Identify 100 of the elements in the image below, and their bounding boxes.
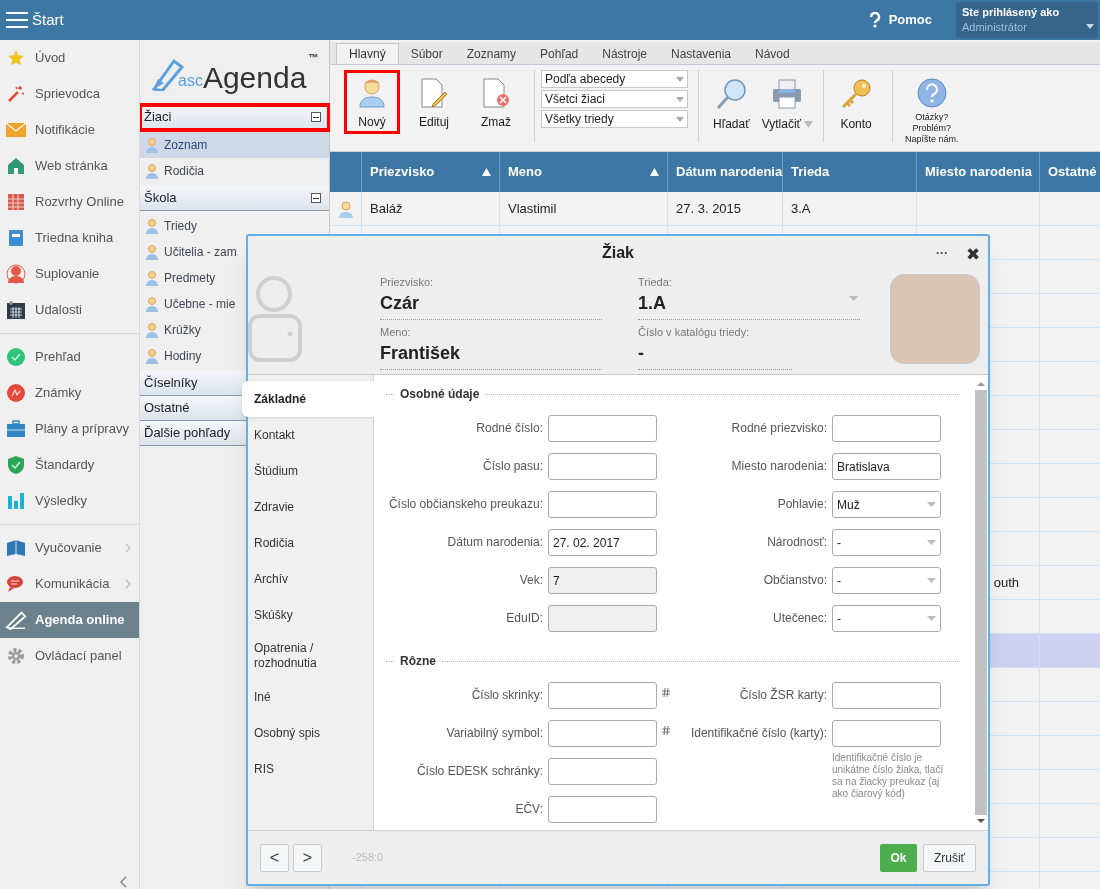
close-button[interactable]: ✖ — [966, 242, 980, 268]
dialog-tab[interactable]: Rodičia — [248, 525, 373, 561]
more-button[interactable]: ··· — [936, 244, 948, 262]
input-field[interactable] — [832, 682, 941, 709]
shield-icon — [7, 455, 25, 475]
input-field[interactable] — [832, 415, 941, 442]
caret-icon — [927, 540, 936, 545]
trademark: ™ — [308, 51, 319, 65]
tree-item[interactable]: Zoznam — [140, 132, 329, 158]
nav-item[interactable]: Suplovanie — [0, 256, 139, 292]
help-button[interactable]: Pomoc — [868, 10, 932, 30]
field-label: Rodné priezvisko: — [730, 420, 827, 436]
input-field[interactable] — [548, 682, 657, 709]
ribbon-tab[interactable]: Návod — [743, 43, 802, 64]
cancel-button[interactable]: Zrušiť — [923, 843, 976, 872]
dialog-tab[interactable]: Zdravie — [248, 489, 373, 525]
tree-item[interactable]: Krúžky — [140, 317, 329, 343]
tree-item[interactable]: Predmety — [140, 265, 329, 291]
input-field[interactable]: Bratislava — [832, 453, 941, 480]
input-field[interactable] — [548, 720, 657, 747]
ribbon-tab[interactable]: Zoznamy — [454, 43, 529, 64]
nav-item[interactable]: Úvod — [0, 40, 139, 76]
filter-dropdown[interactable]: Všetci žiaci — [541, 90, 688, 108]
table-cell: 3.A — [783, 192, 917, 225]
field-label: Číslo skrinky: — [470, 686, 543, 703]
field-label: Občianstvo: — [762, 572, 827, 588]
nav-item[interactable]: Agenda online — [0, 602, 139, 638]
feedback-button[interactable]: Otázky? Problém? Napíšte nám. — [905, 70, 959, 145]
nav-item[interactable]: Ovládací panel — [0, 638, 139, 674]
table-cell: Baláž — [362, 192, 500, 225]
caret-icon — [676, 76, 684, 82]
caret-icon — [927, 502, 936, 507]
ribbon-tab[interactable]: Pohľad — [528, 43, 591, 64]
toolbar-button[interactable]: Nový — [344, 70, 400, 134]
toolbar-button[interactable]: Vytlačiť — [755, 70, 820, 134]
toolbar-button[interactable]: Konto — [834, 70, 879, 134]
menu-button[interactable] — [6, 10, 28, 30]
envelope-icon — [6, 123, 26, 137]
input-field[interactable]: 27. 02. 2017 — [548, 529, 657, 556]
page-title: Štart — [32, 9, 64, 30]
tree-item[interactable]: Učitelia - zam — [140, 239, 329, 265]
tree-section-header[interactable]: Škola — [140, 186, 329, 211]
tree-item[interactable]: Učebne - mie — [140, 291, 329, 317]
dialog-tab[interactable]: Osobný spis — [248, 715, 373, 751]
dropdown[interactable]: - — [832, 605, 941, 632]
nav-item[interactable]: Web stránka — [0, 148, 139, 184]
input-field[interactable] — [548, 491, 657, 518]
nav-item[interactable]: Triedna kniha — [0, 220, 139, 256]
bar-chart-icon — [8, 493, 24, 509]
filter-dropdown[interactable]: Podľa abecedy — [541, 70, 688, 88]
nav-item[interactable]: Plány a prípravy — [0, 411, 139, 447]
dialog-tab[interactable]: Archív — [248, 561, 373, 597]
input-field[interactable] — [548, 796, 657, 823]
collapse-icon — [311, 112, 321, 122]
dropdown[interactable]: - — [832, 529, 941, 556]
nav-item[interactable]: Notifikácie — [0, 112, 139, 148]
tree-item[interactable]: Hodiny — [140, 343, 329, 369]
tree-section-header[interactable]: Žiaci — [140, 105, 329, 130]
input-field[interactable] — [548, 453, 657, 480]
toolbar-button[interactable]: Zmaž — [468, 70, 524, 134]
toolbar-button[interactable]: Hľadať — [707, 70, 756, 134]
tree-item[interactable]: Rodičia — [140, 158, 329, 184]
person-icon — [337, 199, 354, 218]
input-field[interactable] — [832, 720, 941, 747]
nav-item[interactable]: Rozvrhy Online — [0, 184, 139, 220]
ribbon-tab[interactable]: Súbor — [398, 43, 455, 64]
dialog-tab[interactable]: Základné — [242, 381, 374, 417]
ribbon-tab[interactable]: Hlavný — [336, 43, 399, 64]
star-icon — [7, 49, 25, 67]
input-field[interactable] — [548, 415, 657, 442]
nav-item[interactable]: Vyučovanie — [0, 530, 139, 566]
toolbar-button[interactable]: Edituj — [406, 70, 462, 134]
ribbon-tab[interactable]: Nastavenia — [658, 43, 743, 64]
next-button[interactable]: > — [293, 843, 322, 872]
field-label: Dátum narodenia: — [446, 534, 543, 550]
dialog-tab[interactable]: Skúšky — [248, 597, 373, 633]
pencil-icon — [5, 610, 27, 630]
nav-item[interactable]: Štandardy — [0, 447, 139, 483]
previous-button[interactable]: < — [260, 843, 289, 872]
field-label: Číslo pasu: — [481, 457, 543, 474]
chart-circle-icon — [6, 383, 26, 403]
nav-item[interactable]: Známky — [0, 375, 139, 411]
nav-item[interactable]: Výsledky — [0, 483, 139, 519]
check-circle-icon — [6, 347, 26, 367]
nav-item[interactable]: Udalosti — [0, 292, 139, 328]
ribbon-tab[interactable]: Nástroje — [590, 43, 659, 64]
input-field[interactable] — [548, 758, 657, 785]
dialog-tab[interactable]: RIS — [248, 751, 373, 787]
dialog-tab[interactable]: Štúdium — [248, 453, 373, 489]
dropdown[interactable]: - — [832, 567, 941, 594]
dropdown[interactable]: Muž — [832, 491, 941, 518]
dialog-tab[interactable]: Iné — [248, 679, 373, 715]
nav-item[interactable]: Komunikácia — [0, 566, 139, 602]
nav-item[interactable]: Prehľad — [0, 339, 139, 375]
scrollbar[interactable] — [974, 375, 988, 830]
dialog-tab[interactable]: Opatrenia / rozhodnutia — [248, 633, 373, 679]
nav-item[interactable]: Sprievodca — [0, 76, 139, 112]
tree-item[interactable]: Triedy — [140, 213, 329, 239]
filter-dropdown[interactable]: Všetky triedy — [541, 110, 688, 128]
user-menu[interactable]: Ste prihlásený ako Administrátor — [956, 2, 1098, 38]
